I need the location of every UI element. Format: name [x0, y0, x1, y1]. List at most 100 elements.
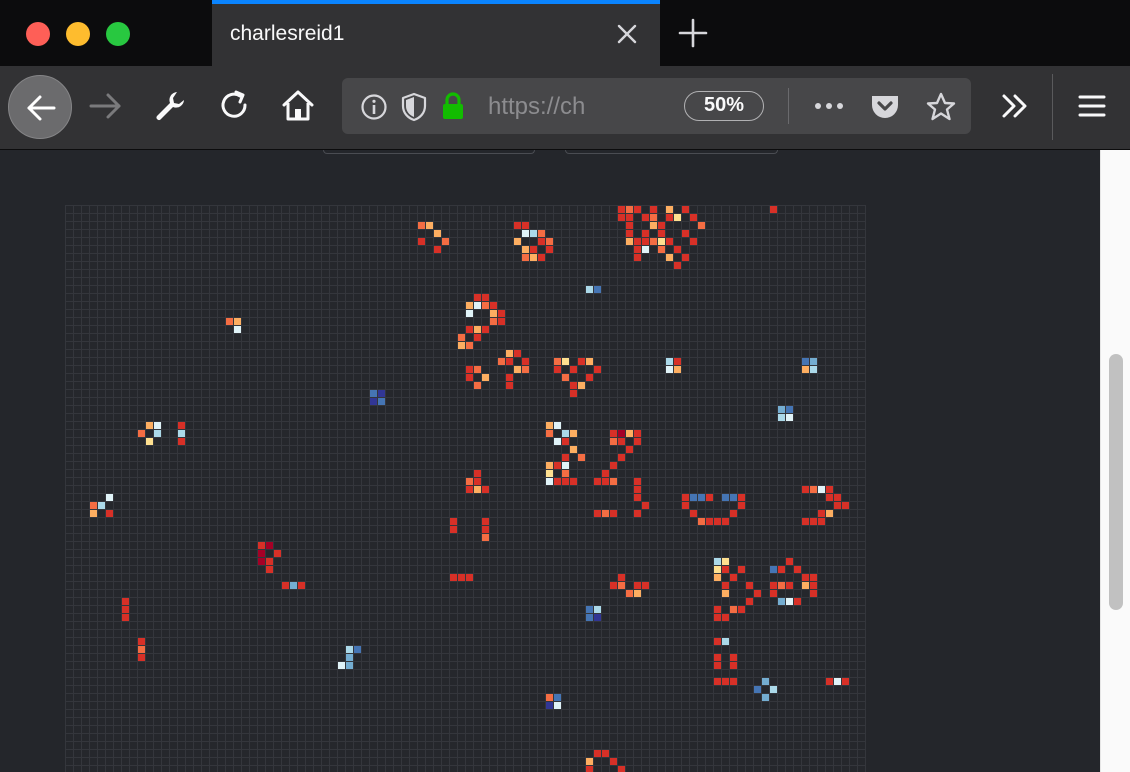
- live-cell[interactable]: [538, 238, 545, 245]
- live-cell[interactable]: [434, 246, 441, 253]
- live-cell[interactable]: [586, 374, 593, 381]
- live-cell[interactable]: [498, 310, 505, 317]
- live-cell[interactable]: [770, 686, 777, 693]
- live-cell[interactable]: [482, 326, 489, 333]
- live-cell[interactable]: [722, 582, 729, 589]
- live-cell[interactable]: [106, 510, 113, 517]
- live-cell[interactable]: [594, 606, 601, 613]
- live-cell[interactable]: [474, 382, 481, 389]
- live-cell[interactable]: [818, 510, 825, 517]
- live-cell[interactable]: [626, 230, 633, 237]
- live-cell[interactable]: [474, 294, 481, 301]
- live-cell[interactable]: [506, 382, 513, 389]
- live-cell[interactable]: [634, 494, 641, 501]
- live-cell[interactable]: [642, 214, 649, 221]
- live-cell[interactable]: [610, 758, 617, 765]
- live-cell[interactable]: [714, 638, 721, 645]
- live-cell[interactable]: [674, 214, 681, 221]
- live-cell[interactable]: [818, 518, 825, 525]
- live-cell[interactable]: [778, 582, 785, 589]
- live-cell[interactable]: [474, 478, 481, 485]
- live-cell[interactable]: [466, 326, 473, 333]
- url-bar[interactable]: https://ch 50%: [342, 78, 971, 134]
- live-cell[interactable]: [154, 422, 161, 429]
- live-cell[interactable]: [562, 470, 569, 477]
- live-cell[interactable]: [634, 510, 641, 517]
- live-cell[interactable]: [714, 654, 721, 661]
- live-cell[interactable]: [778, 414, 785, 421]
- live-cell[interactable]: [466, 486, 473, 493]
- live-cell[interactable]: [642, 582, 649, 589]
- live-cell[interactable]: [146, 438, 153, 445]
- live-cell[interactable]: [578, 454, 585, 461]
- live-cell[interactable]: [482, 374, 489, 381]
- live-cell[interactable]: [586, 614, 593, 621]
- live-cell[interactable]: [546, 694, 553, 701]
- live-cell[interactable]: [626, 222, 633, 229]
- live-cell[interactable]: [802, 574, 809, 581]
- live-cell[interactable]: [610, 478, 617, 485]
- live-cell[interactable]: [714, 518, 721, 525]
- live-cell[interactable]: [514, 238, 521, 245]
- live-cell[interactable]: [626, 206, 633, 213]
- live-cell[interactable]: [810, 590, 817, 597]
- live-cell[interactable]: [650, 238, 657, 245]
- live-cell[interactable]: [594, 510, 601, 517]
- live-cell[interactable]: [618, 430, 625, 437]
- live-cell[interactable]: [770, 582, 777, 589]
- live-cell[interactable]: [546, 246, 553, 253]
- live-cell[interactable]: [714, 678, 721, 685]
- live-cell[interactable]: [642, 238, 649, 245]
- live-cell[interactable]: [554, 358, 561, 365]
- live-cell[interactable]: [578, 382, 585, 389]
- live-cell[interactable]: [682, 206, 689, 213]
- overflow-chevron-icon[interactable]: [998, 88, 1034, 124]
- live-cell[interactable]: [810, 358, 817, 365]
- live-cell[interactable]: [754, 590, 761, 597]
- live-cell[interactable]: [522, 254, 529, 261]
- live-cell[interactable]: [466, 478, 473, 485]
- live-cell[interactable]: [642, 230, 649, 237]
- live-cell[interactable]: [722, 494, 729, 501]
- live-cell[interactable]: [786, 582, 793, 589]
- live-cell[interactable]: [154, 430, 161, 437]
- reload-icon[interactable]: [216, 88, 252, 124]
- live-cell[interactable]: [626, 430, 633, 437]
- live-cell[interactable]: [842, 678, 849, 685]
- live-cell[interactable]: [458, 574, 465, 581]
- live-cell[interactable]: [378, 398, 385, 405]
- live-cell[interactable]: [546, 430, 553, 437]
- live-cell[interactable]: [626, 590, 633, 597]
- live-cell[interactable]: [298, 582, 305, 589]
- pocket-icon[interactable]: [869, 92, 901, 122]
- live-cell[interactable]: [442, 238, 449, 245]
- live-cell[interactable]: [530, 246, 537, 253]
- close-icon[interactable]: [616, 23, 638, 45]
- tab-active[interactable]: charlesreid1: [212, 0, 660, 66]
- live-cell[interactable]: [730, 574, 737, 581]
- live-cell[interactable]: [258, 542, 265, 549]
- live-cell[interactable]: [586, 758, 593, 765]
- live-cell[interactable]: [810, 486, 817, 493]
- live-cell[interactable]: [554, 422, 561, 429]
- live-cell[interactable]: [586, 358, 593, 365]
- live-cell[interactable]: [810, 366, 817, 373]
- live-cell[interactable]: [602, 510, 609, 517]
- live-cell[interactable]: [594, 750, 601, 757]
- live-cell[interactable]: [178, 422, 185, 429]
- live-cell[interactable]: [506, 358, 513, 365]
- back-button[interactable]: [8, 75, 72, 139]
- live-cell[interactable]: [642, 502, 649, 509]
- live-cell[interactable]: [546, 702, 553, 709]
- live-cell[interactable]: [522, 366, 529, 373]
- live-cell[interactable]: [730, 510, 737, 517]
- live-cell[interactable]: [482, 302, 489, 309]
- live-cell[interactable]: [722, 638, 729, 645]
- live-cell[interactable]: [562, 478, 569, 485]
- live-cell[interactable]: [418, 238, 425, 245]
- live-cell[interactable]: [562, 462, 569, 469]
- live-cell[interactable]: [794, 598, 801, 605]
- live-cell[interactable]: [282, 582, 289, 589]
- live-cell[interactable]: [762, 678, 769, 685]
- live-cell[interactable]: [458, 334, 465, 341]
